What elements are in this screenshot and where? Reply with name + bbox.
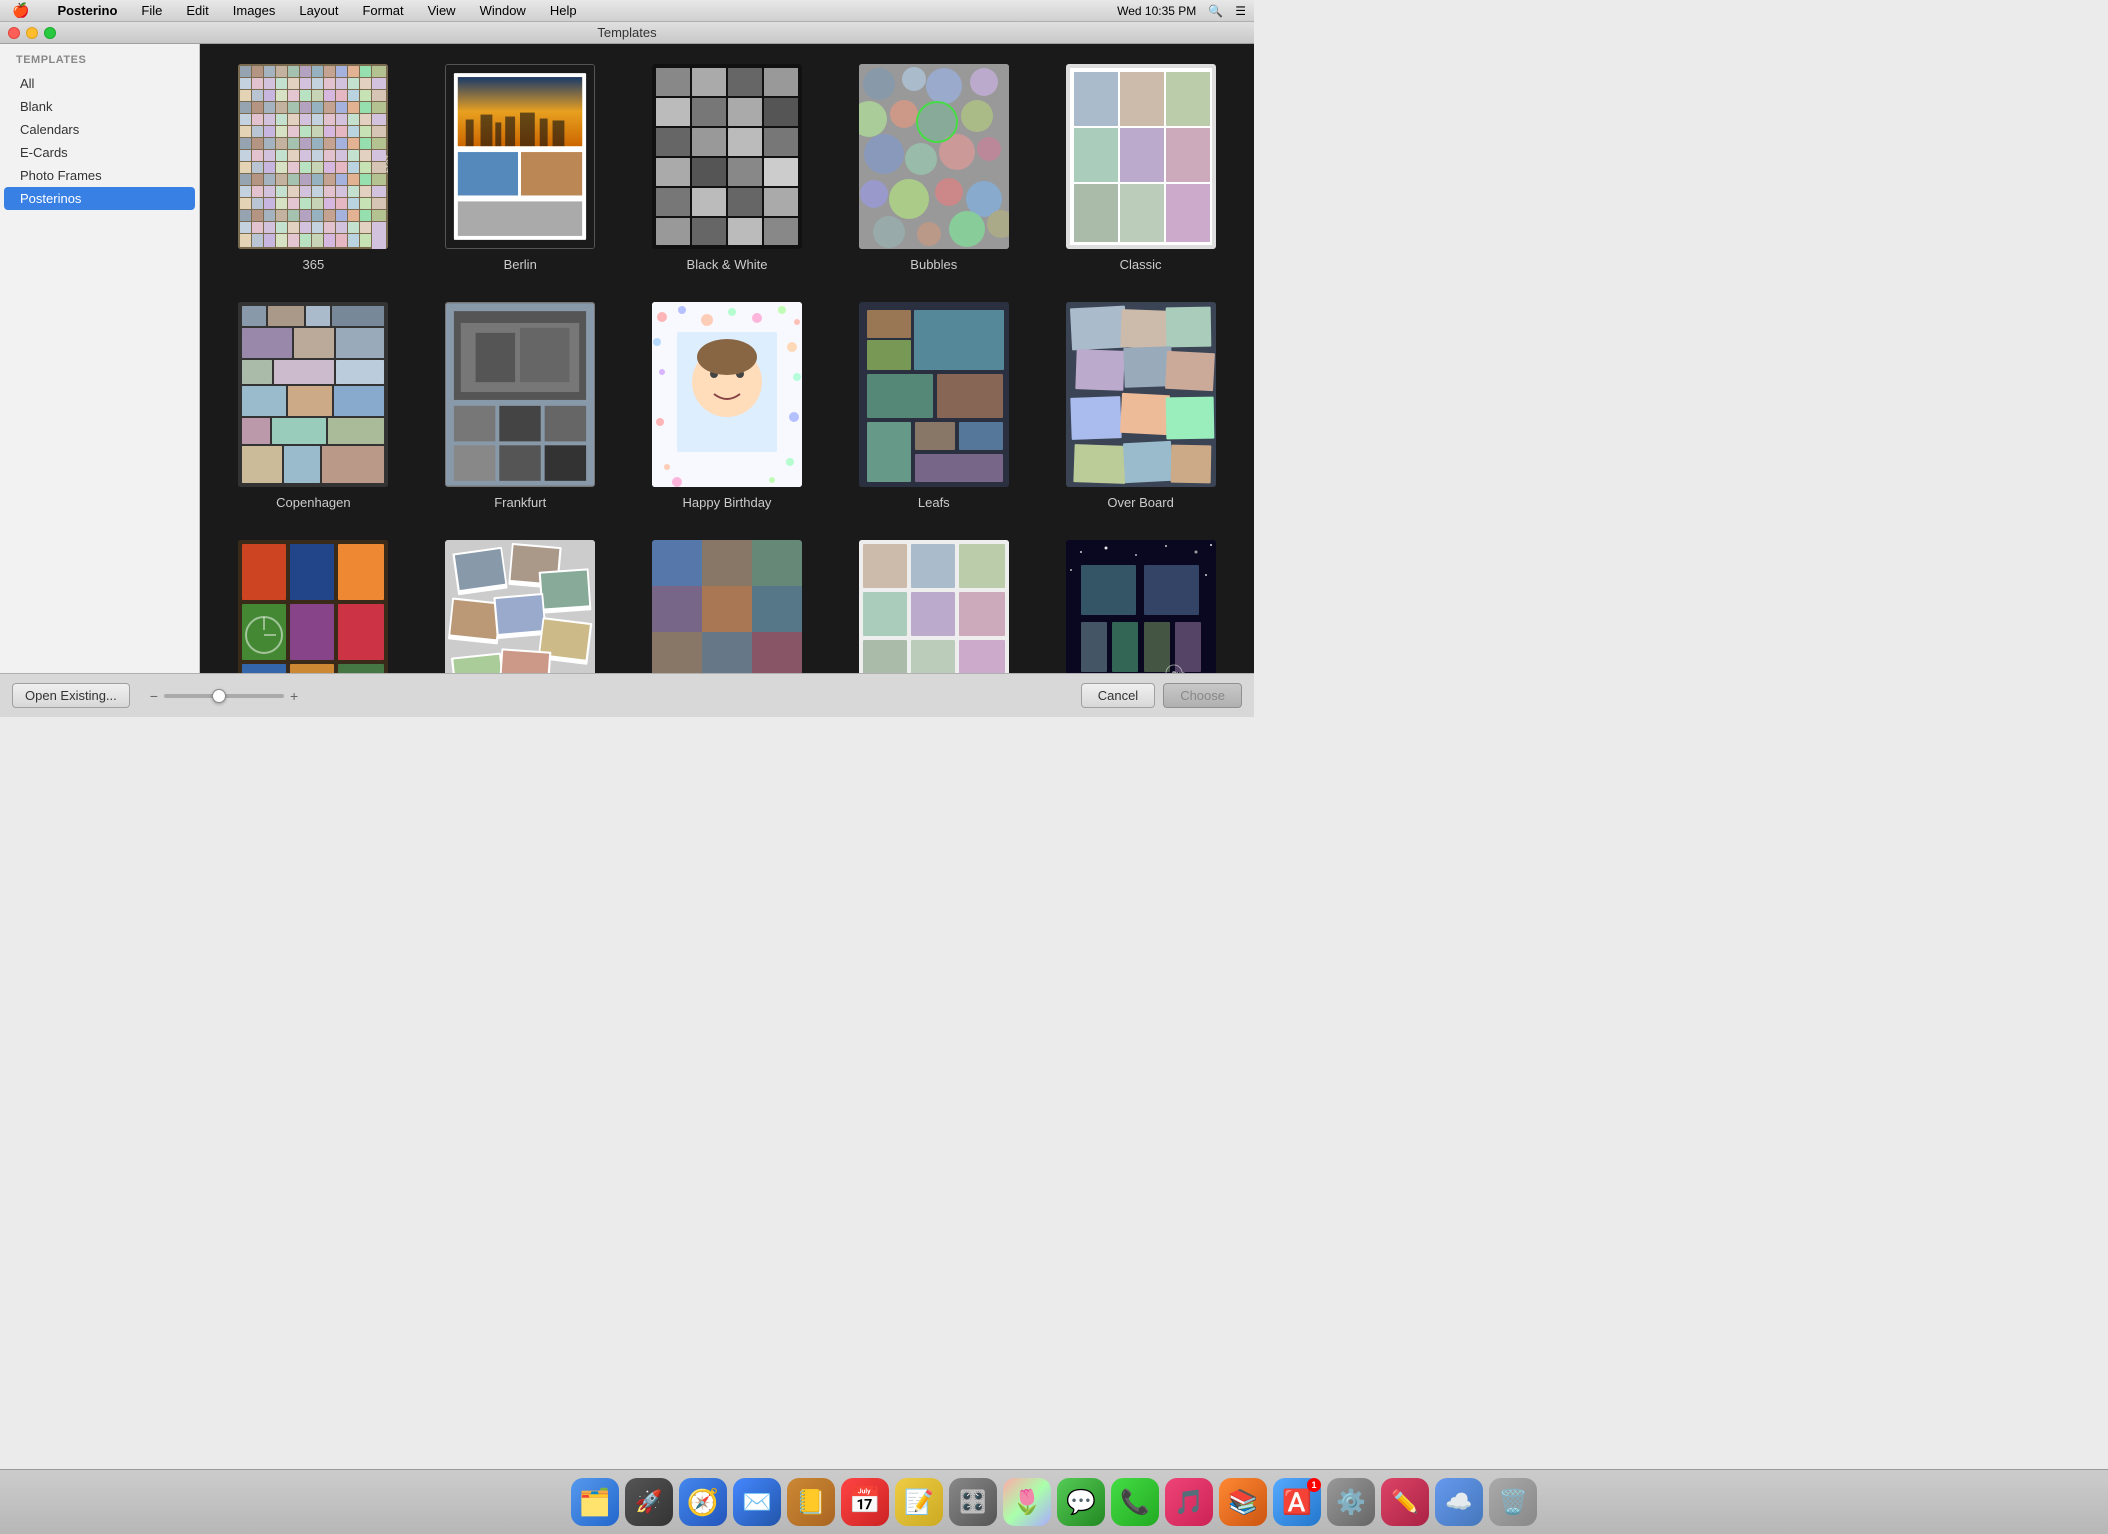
template-pop[interactable]: Pop — [220, 540, 407, 673]
dock-launchpad[interactable]: 🚀 — [625, 1478, 673, 1526]
dialog-buttons: Cancel Choose — [1081, 683, 1242, 708]
dock-highlighter[interactable]: ✏️ — [1381, 1478, 1429, 1526]
menubar-window[interactable]: Window — [476, 0, 530, 21]
dock-safari[interactable]: 🧭 — [679, 1478, 727, 1526]
menubar-view[interactable]: View — [424, 0, 460, 21]
menubar-right: Wed 10:35 PM 🔍 ☰ — [1117, 4, 1246, 18]
template-berlin-label: Berlin — [504, 257, 537, 272]
sidebar-item-posterinos[interactable]: Posterinos — [4, 187, 195, 210]
template-overboard[interactable]: Over Board — [1047, 302, 1234, 510]
zoom-slider-track[interactable] — [164, 694, 284, 698]
dock-trash[interactable]: 🗑️ — [1489, 1478, 1537, 1526]
list-icon[interactable]: ☰ — [1235, 4, 1246, 18]
menubar: 🍎 Posterino File Edit Images Layout Form… — [0, 0, 1254, 22]
menubar-file[interactable]: File — [137, 0, 166, 21]
template-365[interactable]: 2014 365 — [220, 64, 407, 272]
appstore-badge: 1 — [1307, 1478, 1321, 1492]
dock: 🗂️ 🚀 🧭 ✉️ 📒 📅 📝 🎛️ 🌷 💬 📞 🎵 📚 🅰️ 1 ⚙️ — [0, 1469, 2108, 1534]
template-spaceless[interactable]: Spaceless — [634, 540, 821, 673]
dock-calendar[interactable]: 📅 — [841, 1478, 889, 1526]
template-365-label: 365 — [303, 257, 325, 272]
dock-mail[interactable]: ✉️ — [733, 1478, 781, 1526]
svg-text:2014: 2014 — [384, 155, 388, 173]
template-copenhagen-label: Copenhagen — [276, 495, 350, 510]
zoom-slider-area: − + — [150, 688, 298, 704]
dock-facetime[interactable]: 📞 — [1111, 1478, 1159, 1526]
dock-contacts[interactable]: 📒 — [787, 1478, 835, 1526]
dock-appstore[interactable]: 🅰️ 1 — [1273, 1478, 1321, 1526]
template-birthday-label: Happy Birthday — [683, 495, 772, 510]
templates-main: 2014 365 — [200, 44, 1254, 673]
sidebar-section-label: TEMPLATES — [0, 54, 199, 72]
zoom-out-icon[interactable]: − — [150, 688, 158, 704]
cancel-button[interactable]: Cancel — [1081, 683, 1155, 708]
template-bw[interactable]: Black & White — [634, 64, 821, 272]
menubar-clock: Wed 10:35 PM — [1117, 4, 1196, 18]
template-starrynight[interactable]: ❄ — [1047, 540, 1234, 673]
window-title: Templates — [597, 25, 656, 40]
search-icon[interactable]: 🔍 — [1208, 4, 1223, 18]
templates-window: Templates TEMPLATES All Blank Calendars … — [0, 22, 1254, 717]
dock-systemprefs[interactable]: ⚙️ — [1327, 1478, 1375, 1526]
close-button[interactable] — [8, 27, 20, 39]
choose-button[interactable]: Choose — [1163, 683, 1242, 708]
dock-finder[interactable]: 🗂️ — [571, 1478, 619, 1526]
template-square[interactable]: Square — [840, 540, 1027, 673]
dock-launchpad2[interactable]: 🎛️ — [949, 1478, 997, 1526]
template-random[interactable]: Random — [427, 540, 614, 673]
maximize-button[interactable] — [44, 27, 56, 39]
template-overboard-label: Over Board — [1107, 495, 1173, 510]
template-bubbles[interactable]: Bubbles — [840, 64, 1027, 272]
sidebar-item-photoframes[interactable]: Photo Frames — [4, 164, 195, 187]
dock-messages[interactable]: 💬 — [1057, 1478, 1105, 1526]
template-classic[interactable]: Classic — [1047, 64, 1234, 272]
dock-music[interactable]: 🎵 — [1165, 1478, 1213, 1526]
zoom-in-icon[interactable]: + — [290, 688, 298, 704]
zoom-slider-thumb[interactable] — [212, 689, 226, 703]
minimize-button[interactable] — [26, 27, 38, 39]
sidebar-item-calendars[interactable]: Calendars — [4, 118, 195, 141]
template-berlin[interactable]: Berlin — [427, 64, 614, 272]
template-leafs-label: Leafs — [918, 495, 950, 510]
menubar-layout[interactable]: Layout — [295, 0, 342, 21]
template-bw-label: Black & White — [687, 257, 768, 272]
template-birthday[interactable]: Happy Birthday — [634, 302, 821, 510]
sidebar-item-blank[interactable]: Blank — [4, 95, 195, 118]
menubar-edit[interactable]: Edit — [182, 0, 212, 21]
apple-menu[interactable]: 🍎 — [8, 0, 33, 21]
window-content: TEMPLATES All Blank Calendars E-Cards Ph… — [0, 44, 1254, 673]
templates-grid: 2014 365 — [220, 64, 1234, 673]
template-classic-label: Classic — [1120, 257, 1162, 272]
dock-photos[interactable]: 🌷 — [1003, 1478, 1051, 1526]
dock-notes[interactable]: 📝 — [895, 1478, 943, 1526]
template-frankfurt[interactable]: Frankfurt — [427, 302, 614, 510]
sidebar-item-all[interactable]: All — [4, 72, 195, 95]
sidebar-item-ecards[interactable]: E-Cards — [4, 141, 195, 164]
template-copenhagen[interactable]: Copenhagen — [220, 302, 407, 510]
template-frankfurt-label: Frankfurt — [494, 495, 546, 510]
template-bubbles-label: Bubbles — [910, 257, 957, 272]
menubar-images[interactable]: Images — [229, 0, 280, 21]
open-existing-button[interactable]: Open Existing... — [12, 683, 130, 708]
bottom-bar: Open Existing... − + Cancel Choose — [0, 673, 1254, 717]
sidebar: TEMPLATES All Blank Calendars E-Cards Ph… — [0, 44, 200, 673]
menubar-app-name[interactable]: Posterino — [53, 0, 121, 21]
titlebar: Templates — [0, 22, 1254, 44]
dock-icloud[interactable]: ☁️ — [1435, 1478, 1483, 1526]
menubar-help[interactable]: Help — [546, 0, 581, 21]
menubar-format[interactable]: Format — [358, 0, 407, 21]
window-controls — [8, 27, 56, 39]
dock-books[interactable]: 📚 — [1219, 1478, 1267, 1526]
template-leafs[interactable]: 2014 — [840, 302, 1027, 510]
